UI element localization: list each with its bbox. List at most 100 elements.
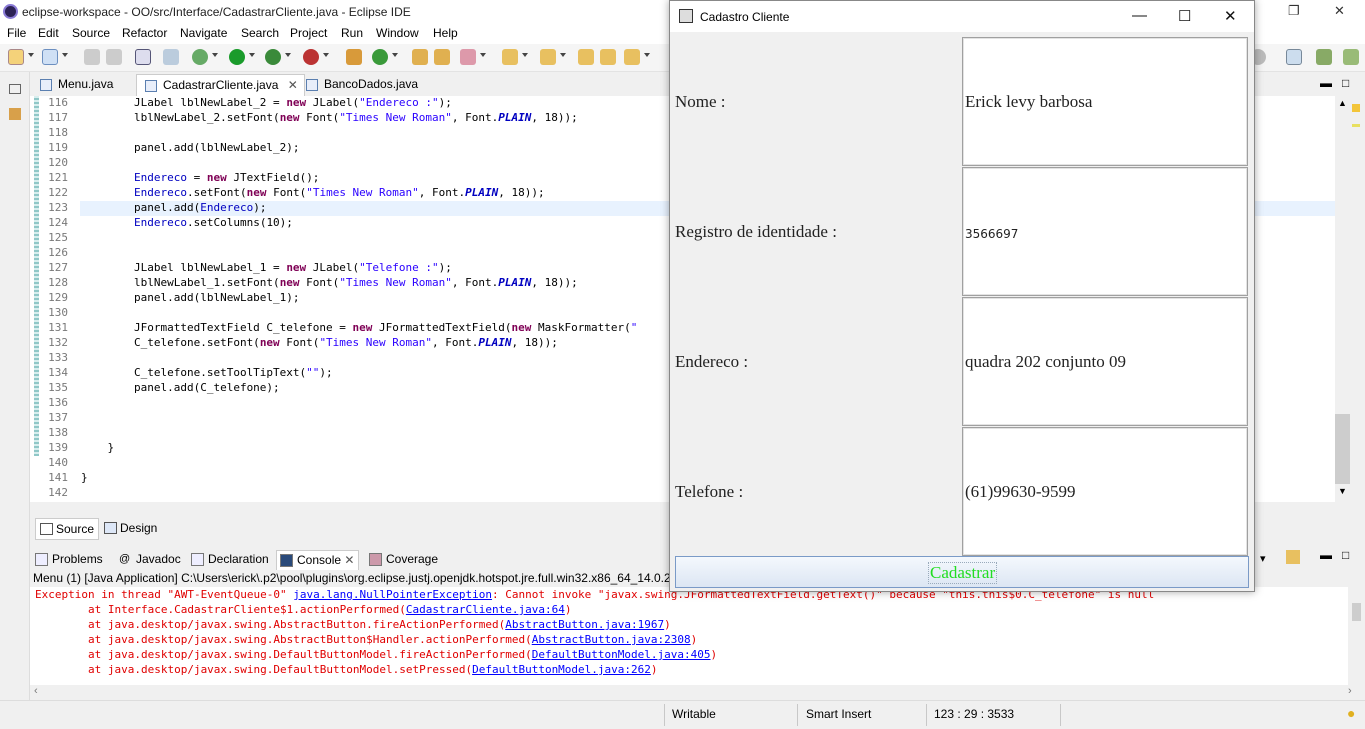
stacktrace-link[interactable]: CadastrarCliente.java:64 bbox=[406, 603, 565, 616]
line-number: 142 bbox=[48, 486, 68, 499]
console-vertical-scrollbar[interactable] bbox=[1348, 587, 1365, 685]
tab-javadoc[interactable]: @ Javadoc bbox=[116, 550, 185, 570]
minimize-panel-icon[interactable]: ▬ bbox=[1320, 548, 1332, 562]
menu-search[interactable]: Search bbox=[241, 26, 279, 40]
scroll-left-icon[interactable]: ‹ bbox=[34, 685, 38, 697]
search-tool-icon[interactable] bbox=[460, 49, 476, 65]
telefone-field[interactable]: (61)99630-9599 bbox=[962, 427, 1248, 556]
tab-design[interactable]: Design bbox=[100, 518, 161, 540]
close-tab-icon[interactable]: ✕ bbox=[344, 553, 354, 567]
tab-declaration[interactable]: Declaration bbox=[188, 550, 273, 570]
console-menu-icon[interactable]: ▾ bbox=[1260, 552, 1266, 565]
back-icon[interactable] bbox=[624, 49, 640, 65]
menu-edit[interactable]: Edit bbox=[38, 26, 59, 40]
stacktrace-link[interactable]: AbstractButton.java:2308 bbox=[532, 633, 691, 646]
line-number: 129 bbox=[48, 291, 68, 304]
close-tab-icon[interactable]: ✕ bbox=[288, 78, 298, 92]
tab-console[interactable]: Console ✕ bbox=[276, 550, 360, 570]
scroll-up-icon[interactable]: ▲ bbox=[1338, 98, 1347, 108]
stacktrace-link[interactable]: DefaultButtonModel.java:262 bbox=[472, 663, 651, 676]
menu-run[interactable]: Run bbox=[341, 26, 363, 40]
minimize-icon[interactable]: — bbox=[1132, 7, 1147, 24]
close-icon[interactable]: ✕ bbox=[1224, 7, 1237, 25]
java-perspective-icon[interactable] bbox=[1316, 49, 1332, 65]
label-telefone: Telefone : bbox=[675, 482, 744, 501]
external-tools-icon[interactable] bbox=[303, 49, 319, 65]
registro-field[interactable]: 3566697 bbox=[962, 167, 1248, 296]
open-perspective-icon[interactable] bbox=[1286, 49, 1302, 65]
tab-banco-dados-java[interactable]: BancoDados.java bbox=[298, 74, 424, 96]
menu-help[interactable]: Help bbox=[433, 26, 458, 40]
debug-perspective-icon[interactable] bbox=[1343, 49, 1359, 65]
label-registro: Registro de identidade : bbox=[675, 222, 837, 241]
close-icon[interactable]: ✕ bbox=[1334, 3, 1345, 19]
skip-breakpoints-icon[interactable] bbox=[163, 49, 179, 65]
tab-coverage[interactable]: Coverage bbox=[366, 550, 442, 570]
coverage-icon bbox=[369, 553, 382, 566]
package-explorer-icon[interactable] bbox=[9, 108, 21, 120]
overview-marker-icon[interactable] bbox=[1352, 104, 1360, 112]
declaration-icon bbox=[191, 553, 204, 566]
tab-cadastrar-cliente-java[interactable]: CadastrarCliente.java ✕ bbox=[136, 74, 305, 96]
menu-file[interactable]: File bbox=[7, 26, 26, 40]
code-line: JLabel lblNewLabel_1 = new JLabel("Telef… bbox=[81, 261, 452, 274]
line-number: 133 bbox=[48, 351, 68, 364]
tab-source[interactable]: Source bbox=[35, 518, 100, 540]
editor-vertical-scrollbar[interactable]: ▲ ▼ bbox=[1335, 96, 1350, 502]
dialog-title-bar: Cadastro Cliente — ☐ ✕ bbox=[670, 1, 1254, 32]
eclipse-logo-icon bbox=[3, 4, 18, 19]
maximize-icon[interactable]: ☐ bbox=[1178, 7, 1191, 25]
code-line: C_telefone.setFont(new Font("Times New R… bbox=[81, 336, 558, 349]
endereco-field[interactable]: quadra 202 conjunto 09 bbox=[962, 297, 1248, 426]
console-horizontal-scrollbar[interactable]: ‹ › bbox=[30, 685, 1365, 700]
nome-field[interactable]: Erick levy barbosa bbox=[962, 37, 1248, 166]
maximize-editor-icon[interactable]: □ bbox=[1342, 76, 1349, 90]
tab-declaration-label: Declaration bbox=[208, 552, 269, 566]
tab-problems[interactable]: Problems bbox=[32, 550, 107, 570]
save-icon[interactable] bbox=[84, 49, 100, 65]
cadastro-cliente-dialog: Cadastro Cliente — ☐ ✕ Nome : Erick levy… bbox=[669, 0, 1255, 592]
minimize-editor-icon[interactable]: ▬ bbox=[1320, 76, 1332, 90]
overview-marker-icon[interactable] bbox=[1352, 124, 1360, 127]
back-forward-icon[interactable] bbox=[600, 49, 616, 65]
tip-lightbulb-icon[interactable]: ● bbox=[1347, 705, 1355, 721]
restore-icon[interactable]: ❐ bbox=[1288, 3, 1300, 19]
run-coverage-icon[interactable] bbox=[265, 49, 281, 65]
stacktrace-link[interactable]: AbstractButton.java:1967 bbox=[505, 618, 664, 631]
scroll-down-icon[interactable]: ▼ bbox=[1338, 486, 1347, 496]
menu-window[interactable]: Window bbox=[376, 26, 419, 40]
terminal-icon[interactable] bbox=[135, 49, 151, 65]
stacktrace-link[interactable]: java.lang.NullPointerException bbox=[293, 588, 492, 601]
new-icon[interactable] bbox=[8, 49, 24, 65]
open-type-icon[interactable] bbox=[412, 49, 428, 65]
menu-source[interactable]: Source bbox=[72, 26, 110, 40]
line-number: 121 bbox=[48, 171, 68, 184]
menu-project[interactable]: Project bbox=[290, 26, 327, 40]
new-class-icon[interactable] bbox=[372, 49, 388, 65]
tab-menu-java[interactable]: Menu.java bbox=[32, 74, 119, 96]
console-line: at java.desktop/javax.swing.DefaultButto… bbox=[35, 663, 658, 676]
console-output[interactable]: Exception in thread "AWT-EventQueue-0" j… bbox=[30, 587, 1348, 685]
open-console-icon[interactable] bbox=[1286, 550, 1300, 564]
cadastrar-button[interactable]: Cadastrar bbox=[675, 556, 1249, 588]
new-package-icon[interactable] bbox=[42, 49, 58, 65]
menu-refactor[interactable]: Refactor bbox=[122, 26, 167, 40]
next-annotation-icon[interactable] bbox=[502, 49, 518, 65]
code-line: JFormattedTextField C_telefone = new JFo… bbox=[81, 321, 638, 334]
debug-icon[interactable] bbox=[192, 49, 208, 65]
new-java-project-icon[interactable] bbox=[346, 49, 362, 65]
scroll-thumb[interactable] bbox=[1352, 603, 1361, 621]
scroll-thumb[interactable] bbox=[1335, 414, 1350, 484]
open-folder-icon[interactable] bbox=[434, 49, 450, 65]
restore-view-icon[interactable] bbox=[9, 84, 21, 94]
menu-navigate[interactable]: Navigate bbox=[180, 26, 227, 40]
prev-annotation-icon[interactable] bbox=[540, 49, 556, 65]
tab-source-label: Source bbox=[56, 522, 95, 536]
scroll-right-icon[interactable]: › bbox=[1348, 685, 1352, 697]
status-writable: Writable bbox=[672, 707, 716, 721]
maximize-panel-icon[interactable]: □ bbox=[1342, 548, 1349, 562]
stacktrace-link[interactable]: DefaultButtonModel.java:405 bbox=[532, 648, 711, 661]
run-icon[interactable] bbox=[229, 49, 245, 65]
last-edit-icon[interactable] bbox=[578, 49, 594, 65]
save-all-icon[interactable] bbox=[106, 49, 122, 65]
